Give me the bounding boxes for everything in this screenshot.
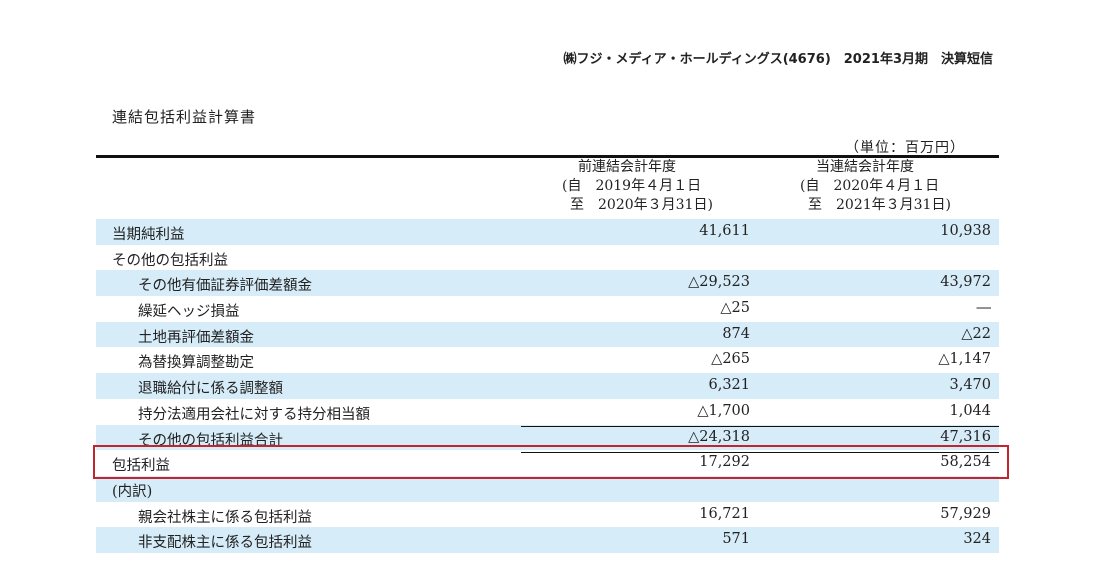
- document-title: 連結包括利益計算書: [112, 108, 257, 126]
- row-value-current: △22: [961, 325, 991, 342]
- table-row: 親会社株主に係る包括利益 16,721 57,929: [96, 502, 999, 528]
- table-row: (内訳): [96, 475, 999, 502]
- row-label: 土地再評価差額金: [138, 329, 254, 346]
- row-value-prior: 16,721: [699, 505, 750, 522]
- column-header-prior-year: 前連結会計年度 (自 2019年４月１日 至 2020年３月31日): [562, 158, 762, 215]
- table-row: 当期純利益 41,611 10,938: [96, 219, 999, 245]
- row-value-prior: △1,700: [697, 402, 750, 419]
- column-header-prior-to: 至 2020年３月31日): [570, 197, 713, 213]
- table-row: 非支配株主に係る包括利益 571 324: [96, 527, 999, 553]
- row-label: その他の包括利益: [112, 252, 228, 269]
- row-value-prior: △265: [711, 351, 750, 368]
- row-value-current: 10,938: [940, 223, 991, 239]
- row-label: 非支配株主に係る包括利益: [138, 535, 312, 552]
- row-value-prior: △29,523: [688, 274, 750, 291]
- row-label: 持分法適用会社に対する持分相当額: [138, 406, 370, 423]
- row-value-current: 324: [963, 531, 991, 548]
- table-row: 為替換算調整勘定 △265 △1,147: [96, 347, 999, 373]
- row-value-current: △1,147: [938, 351, 991, 368]
- column-header-prior-title: 前連結会計年度: [578, 159, 676, 175]
- row-value-prior: 6,321: [708, 377, 750, 394]
- column-header-current-title: 当連結会計年度: [816, 159, 914, 175]
- table-row: その他有価証券評価差額金 △29,523 43,972: [96, 270, 999, 297]
- row-label: 繰延ヘッジ損益: [138, 304, 240, 321]
- row-label: 親会社株主に係る包括利益: [138, 509, 312, 526]
- column-header-prior-from: (自 2019年４月１日: [562, 178, 702, 194]
- row-value-prior: △25: [720, 300, 750, 317]
- row-value-current: ―: [976, 300, 992, 317]
- row-value-prior: 41,611: [699, 223, 750, 239]
- row-label: その他有価証券評価差額金: [138, 278, 312, 295]
- highlight-box: [93, 445, 1009, 479]
- row-value-prior: 571: [722, 531, 750, 548]
- table-row: 持分法適用会社に対する持分相当額 △1,700 1,044: [96, 399, 999, 425]
- row-label: (内訳): [112, 483, 153, 500]
- unit-label: （単位：百万円）: [845, 140, 965, 156]
- row-value-current: 43,972: [940, 274, 991, 291]
- income-statement-table: 当期純利益 41,611 10,938 その他の包括利益 その他有価証券評価差額…: [96, 219, 999, 553]
- subtotal-rule: [521, 426, 999, 427]
- table-row: 土地再評価差額金 874 △22: [96, 321, 999, 348]
- row-value-prior: △24,318: [688, 428, 750, 445]
- column-header-current-from: (自 2020年４月１日: [800, 178, 940, 194]
- row-value-current: 47,316: [940, 428, 991, 445]
- column-header-current-to: 至 2021年３月31日): [808, 197, 951, 213]
- row-label: 当期純利益: [112, 227, 185, 243]
- row-value-current: 3,470: [949, 377, 991, 394]
- row-value-prior: 874: [722, 325, 750, 342]
- company-header: ㈱フジ・メディア・ホールディングス(4676) 2021年3月期 決算短信: [563, 52, 993, 67]
- row-label: 退職給付に係る調整額: [138, 381, 283, 398]
- row-value-current: 57,929: [940, 505, 991, 522]
- row-value-current: 1,044: [949, 402, 991, 419]
- table-row: 繰延ヘッジ損益 △25 ―: [96, 296, 999, 322]
- table-row: その他の包括利益: [96, 245, 999, 271]
- row-label: 為替換算調整勘定: [138, 355, 254, 372]
- column-header-current-year: 当連結会計年度 (自 2020年４月１日 至 2021年３月31日): [800, 158, 1000, 215]
- table-row: 退職給付に係る調整額 6,321 3,470: [96, 373, 999, 399]
